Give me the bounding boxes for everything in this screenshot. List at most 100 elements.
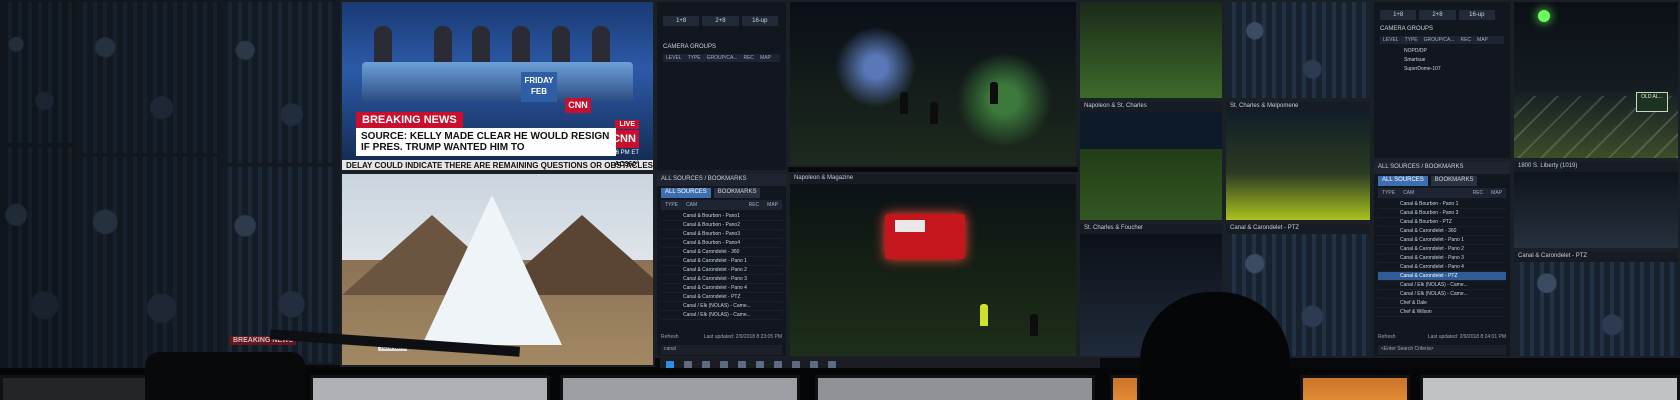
col-rec: REC <box>1472 190 1484 196</box>
layout-button[interactable]: 1+8 <box>1380 10 1417 20</box>
camera-feed-stcharles-melpomene[interactable]: St. Charles & Melpomene <box>1224 100 1372 222</box>
camera-groups-header: LEVEL TYPE GROUP/CA... REC MAP <box>663 54 780 62</box>
col-map: MAP <box>1491 190 1502 196</box>
col-type: TYPE <box>687 55 701 61</box>
camera-feed[interactable] <box>1078 0 1224 100</box>
camera-feed-napoleon-magazine[interactable]: Napoleon & Magazine <box>788 172 1078 358</box>
list-item[interactable]: Canal / Elk (NOLAS) - Came... <box>1378 281 1506 290</box>
list-item[interactable]: Canal & Bourbon - Pano 3 <box>1378 209 1506 218</box>
refresh-button[interactable]: Refresh <box>1378 334 1396 344</box>
list-item[interactable]: Canal & Carondelet - Pano 4 <box>1378 263 1506 272</box>
bookmarks-list: Canal & Bourbon - Pano1 Canal & Bourbon … <box>661 212 782 320</box>
left-screen-bottom2 <box>75 155 220 375</box>
date-day: FRIDAY <box>524 76 554 85</box>
anchor-figure <box>472 26 490 66</box>
col-cam: CAM <box>686 202 698 208</box>
camera-title: Napoleon & St. Charles <box>1080 102 1222 112</box>
list-item[interactable]: Canal & Bourbon - Pano 1 <box>1378 200 1506 209</box>
col-map: MAP <box>760 55 771 61</box>
ice-stupa <box>422 195 562 345</box>
list-item[interactable]: Canal & Carondelet - Pano 4 <box>661 284 782 293</box>
list-item[interactable]: Canal & Carondelet - Pano 2 <box>1378 245 1506 254</box>
list-item[interactable]: Canal / Elk (NOLAS) - Came... <box>661 302 782 311</box>
desk-monitor <box>1300 375 1410 400</box>
camera-groups-label: CAMERA GROUPS <box>1380 26 1434 32</box>
traffic-light-icon <box>1538 10 1550 22</box>
person-silhouette <box>990 82 998 104</box>
camera-group-row[interactable]: Smartsue <box>1404 57 1425 63</box>
bookmarks-panel: ALL SOURCES / BOOKMARKS ALL SOURCES BOOK… <box>655 172 788 358</box>
layout-button[interactable]: 1+8 <box>663 16 700 26</box>
camera-feed-canal-carondelet-2[interactable]: Canal & Carondelet - PTZ <box>1512 250 1680 358</box>
list-item[interactable]: Canal / Elk (NOLAS) - Came... <box>1378 290 1506 299</box>
list-item[interactable]: Canal & Bourbon - Pano2 <box>661 221 782 230</box>
refresh-button[interactable]: Refresh <box>661 334 679 344</box>
list-item[interactable]: Canal / Elk (NOLAS) - Came... <box>661 311 782 320</box>
news-headline: SOURCE: KELLY MADE CLEAR HE WOULD RESIGN… <box>356 128 616 156</box>
camera-groups-panel-right: 1+8 2+8 16-up CAMERA GROUPS LEVEL TYPE G… <box>1372 0 1512 160</box>
tab-bookmarks[interactable]: BOOKMARKS <box>1430 176 1478 186</box>
anchor-figure <box>552 26 570 66</box>
layout-button[interactable]: 2+8 <box>702 16 739 26</box>
video-wall: BREAKING NEWS FRIDAY FEB CNN BREAKING NE… <box>0 0 1680 400</box>
list-item[interactable]: Canal & Carondelet - Pano 2 <box>661 266 782 275</box>
camera-group-row[interactable]: NOPD/DP <box>1404 48 1427 54</box>
list-item[interactable]: Canal & Carondelet - Pano 1 <box>661 257 782 266</box>
person-silhouette <box>900 92 908 114</box>
last-updated: Last updated: 2/9/2018 8:24:01 PM <box>1427 334 1506 340</box>
list-item[interactable]: Canal & Carondelet - PTZ <box>661 293 782 302</box>
camera-title: Napoleon & Magazine <box>790 174 1076 184</box>
bookmarks-list: Canal & Bourbon - Pano 1 Canal & Bourbon… <box>1378 200 1506 317</box>
search-input[interactable]: canal <box>661 345 782 355</box>
layout-button[interactable]: 16-up <box>1458 10 1495 20</box>
person-silhouette <box>1030 314 1038 336</box>
list-item[interactable]: Canal & Bourbon - PTZ <box>1378 218 1506 227</box>
chair-silhouette <box>145 352 305 400</box>
bookmarks-columns: TYPE CAM REC MAP <box>1378 188 1506 198</box>
list-item[interactable]: Canal & Carondelet - 360 <box>1378 227 1506 236</box>
camera-feed-napoleon-stcharles[interactable]: Napoleon & St. Charles <box>1078 100 1224 222</box>
camera-group-row[interactable]: SuperDome-107 <box>1404 66 1441 72</box>
layout-button[interactable]: 16-up <box>741 16 778 26</box>
list-item[interactable]: Canal & Carondelet - 360 <box>661 248 782 257</box>
desk-monitor <box>0 375 150 400</box>
list-item[interactable]: Canal & Bourbon - Pano3 <box>661 230 782 239</box>
list-item[interactable]: Canal & Carondelet - Pano 1 <box>1378 236 1506 245</box>
desk-monitor <box>560 375 800 400</box>
bookmarks-footer: Refresh Last updated: 2/9/2018 8:24:01 P… <box>1378 334 1506 344</box>
bookmarks-header: ALL SOURCES / BOOKMARKS <box>657 174 786 186</box>
desk-monitor <box>815 375 1095 400</box>
list-item[interactable]: Canal & Bourbon - Pano1 <box>661 212 782 221</box>
search-input[interactable]: <Enter Search Criteria> <box>1378 345 1506 355</box>
col-rec: REC <box>1460 37 1472 43</box>
camera-groups-panel: 1+8 2+8 16-up CAMERA GROUPS LEVEL TYPE G… <box>655 0 788 172</box>
camera-title: St. Charles & Foucher <box>1080 224 1222 234</box>
bookmarks-tabs: ALL SOURCES BOOKMARKS <box>661 188 761 198</box>
anchor-figure <box>374 26 392 66</box>
list-item[interactable]: Chef & Wilson <box>1378 308 1506 317</box>
camera-feed[interactable] <box>788 0 1078 167</box>
anchor-figure <box>512 26 530 66</box>
layout-button[interactable]: 2+8 <box>1419 10 1456 20</box>
list-item-selected[interactable]: Canal & Carondelet - PTZ <box>1378 272 1506 281</box>
camera-feed-street-light[interactable]: OLD AL... <box>1512 0 1680 160</box>
tab-bookmarks[interactable]: BOOKMARKS <box>713 188 761 198</box>
tab-all-sources[interactable]: ALL SOURCES <box>1378 176 1428 186</box>
col-type: TYPE <box>665 202 679 208</box>
list-item[interactable]: Canal & Carondelet - Pano 3 <box>1378 254 1506 263</box>
breaking-news-label: BREAKING NEWS <box>356 112 463 128</box>
list-item[interactable]: Canal & Carondelet - Pano 3 <box>661 275 782 284</box>
left-screen-top <box>0 0 75 145</box>
list-item[interactable]: Canal & Bourbon - Pano4 <box>661 239 782 248</box>
col-group: GROUP/CA... <box>706 55 738 61</box>
camera-feed[interactable] <box>1224 0 1372 100</box>
left-screen-bottom <box>0 145 75 375</box>
col-rec: REC <box>743 55 755 61</box>
list-item[interactable]: Chef & Dale <box>1378 299 1506 308</box>
camera-title: St. Charles & Melpomene <box>1226 102 1370 112</box>
tab-all-sources[interactable]: ALL SOURCES <box>661 188 711 198</box>
left-screen-top2 <box>220 0 340 165</box>
camera-title: Canal & Carondelet - PTZ <box>1514 252 1678 262</box>
layout-buttons: 1+8 2+8 16-up <box>1380 10 1495 20</box>
camera-feed-s-liberty[interactable]: 1800 S. Liberty (1019) <box>1512 160 1680 250</box>
